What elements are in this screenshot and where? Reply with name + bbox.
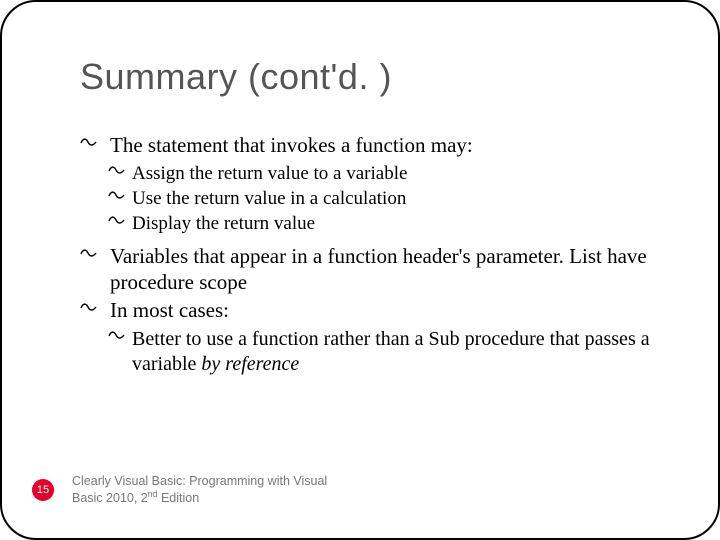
squiggle-icon <box>108 164 126 184</box>
slide-footer: 15 Clearly Visual Basic: Programming wit… <box>32 474 352 506</box>
bullet-level2: Assign the return value to a variable <box>80 162 658 186</box>
squiggle-icon <box>108 329 126 349</box>
squiggle-icon <box>80 134 98 155</box>
squiggle-icon <box>108 214 126 234</box>
bullet-text: Display the return value <box>132 213 315 234</box>
squiggle-icon <box>80 299 98 320</box>
squiggle-icon <box>108 189 126 209</box>
bullet-text: Better to use a function rather than a S… <box>132 328 650 375</box>
bullet-text: Use the return value in a calculation <box>132 188 406 209</box>
slide-frame: Summary (cont'd. ) The statement that in… <box>0 0 720 540</box>
bullet-text: The statement that invokes a function ma… <box>110 133 473 157</box>
slide-title: Summary (cont'd. ) <box>80 56 392 98</box>
bullet-text: Variables that appear in a function head… <box>110 244 647 294</box>
bullet-level1: Variables that appear in a function head… <box>80 243 658 296</box>
page-number-badge: 15 <box>32 479 54 501</box>
bullet-text: In most cases: <box>110 298 229 322</box>
source-text: Clearly Visual Basic: Programming with V… <box>72 474 352 506</box>
squiggle-icon <box>80 245 98 266</box>
slide-content: The statement that invokes a function ma… <box>80 132 658 378</box>
bullet-text: Assign the return value to a variable <box>132 163 407 184</box>
bullet-level1: The statement that invokes a function ma… <box>80 132 658 158</box>
bullet-level2: Use the return value in a calculation <box>80 187 658 211</box>
italic-text: by reference <box>201 353 299 375</box>
bullet-level1: In most cases: <box>80 297 658 323</box>
bullet-level2: Better to use a function rather than a S… <box>80 327 658 377</box>
bullet-level2: Display the return value <box>80 212 658 236</box>
